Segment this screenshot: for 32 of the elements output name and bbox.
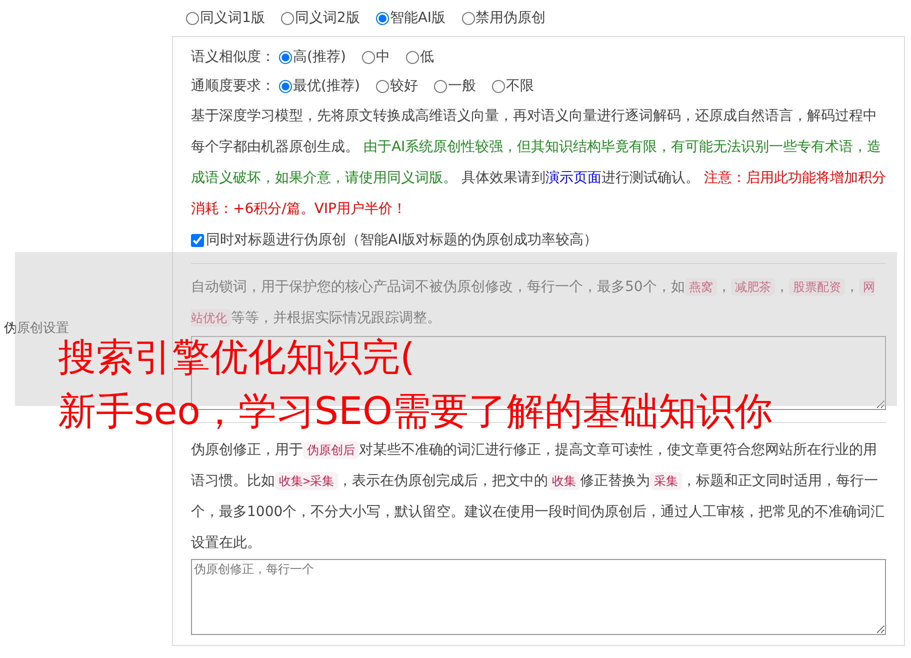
- correction-field[interactable]: 伪原创修正，每行一个: [191, 559, 886, 635]
- correction-description: 伪原创修正，用于 伪原创后 对某些不准确的词汇进行修正，提高文章可读性，使文章更符合您网站所在行业的用语习惯。比如 收集>采集 ，表示在伪原创完成后，把文中的 收集 修正替换为 采集 ，标题和正文同时适用，每行一个，最多1000个，不分大小写，默认留空。建议在使用一段时间伪原创后，通过人工审核，把常见的不准确词汇设置在此。: [191, 440, 886, 553]
- field-label: 通顺度要求：: [191, 76, 275, 96]
- option-label[interactable]: 高(推荐): [293, 46, 346, 68]
- radio-button[interactable]: [280, 12, 294, 24]
- radio-button[interactable]: [376, 80, 389, 92]
- option-label[interactable]: 最优(推荐): [293, 76, 360, 96]
- option-label[interactable]: 智能AI版: [390, 8, 446, 28]
- demo-page-link[interactable]: 演示页面: [545, 170, 602, 186]
- checkbox[interactable]: [191, 234, 204, 246]
- radio-button[interactable]: [406, 50, 419, 64]
- radio-button[interactable]: [462, 12, 475, 24]
- field-label: 语义相似度：: [191, 48, 275, 66]
- option-label[interactable]: 同义词2版: [294, 8, 360, 28]
- option-label[interactable]: 较好: [390, 76, 418, 96]
- option-label[interactable]: 中: [376, 46, 390, 68]
- radio-button[interactable]: [362, 50, 375, 64]
- checkbox-label[interactable]: 同时对标题进行伪原创（智能AI版对标题的伪原创成功率较高）: [206, 230, 598, 250]
- ai-description: 基于深度学习模型，先将原文转换成高维语义向量，再对语义向量进行逐词解码，还原成自然语言，解码过程中每个字都由机器原创生成。 由于AI系统原创性较强，但其知识结构毕竟有限，有可能无法识别一些专有术语，造成语义破坏，如果介意，请使用同义词版。 具体效果请到演示页面进行测试确认。 注意：启用此功能将增加积分消耗：+6积分/篇。VIP用户半价！: [191, 107, 886, 219]
- banner-title-line: 新手seo，学习SEO需要了解的基础知识你: [58, 388, 772, 435]
- option-label[interactable]: 禁用伪原创: [476, 8, 546, 28]
- option-label[interactable]: 不限: [506, 76, 534, 96]
- option-label[interactable]: 低: [420, 46, 434, 68]
- option-label[interactable]: 一般: [448, 76, 476, 96]
- radio-button[interactable]: [279, 50, 292, 64]
- radio-button[interactable]: [279, 80, 292, 92]
- radio-button[interactable]: [186, 12, 199, 24]
- option-label[interactable]: 同义词1版: [200, 8, 265, 28]
- lock-words-description: 自动锁词，用于保护您的核心产品词不被伪原创修改，每行一个，最多50个，如 燕窝 ， 减肥茶 ， 股票配资 ， 网站优化 等等，并根据实际情况跟踪调整。: [191, 277, 876, 329]
- radio-button[interactable]: [492, 80, 505, 92]
- radio-button[interactable]: [434, 80, 447, 92]
- radio-button[interactable]: [376, 12, 389, 24]
